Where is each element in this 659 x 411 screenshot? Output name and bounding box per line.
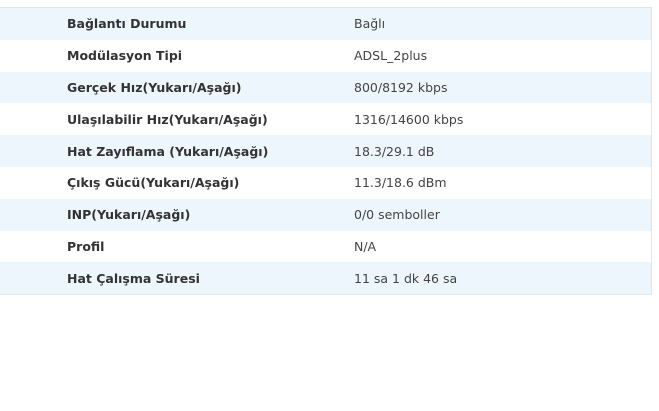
row-label: Çıkış Gücü(Yukarı/Aşağı) [67, 175, 240, 191]
table-row-inp: INP(Yukarı/Aşağı) 0/0 semboller [0, 198, 651, 231]
table-row-line-attenuation: Hat Zayıflama (Yukarı/Aşağı) 18.3/29.1 d… [0, 135, 651, 167]
row-value: ADSL_2plus [354, 48, 428, 64]
table-row-connection-status: Bağlantı Durumu Bağlı [0, 8, 651, 40]
dsl-status-table: Bağlantı Durumu Bağlı Modülasyon Tipi AD… [0, 7, 652, 296]
row-value: 800/8192 kbps [354, 79, 448, 95]
row-value: Bağlı [354, 16, 386, 32]
table-row-profile: Profil N/A [0, 231, 651, 263]
row-label: Profil [67, 238, 105, 254]
row-value: 18.3/29.1 dB [354, 143, 435, 159]
row-label: INP(Yukarı/Aşağı) [67, 207, 191, 223]
table-row-line-uptime: Hat Çalışma Süresi 11 sa 1 dk 46 sa [0, 262, 651, 295]
row-value: 11.3/18.6 dBm [354, 175, 447, 191]
row-label: Ulaşılabilir Hız(Yukarı/Aşağı) [67, 111, 268, 127]
row-value: 0/0 semboller [354, 207, 440, 223]
table-row-modulation-type: Modülasyon Tipi ADSL_2plus [0, 40, 651, 72]
table-row-output-power: Çıkış Gücü(Yukarı/Aşağı) 11.3/18.6 dBm [0, 167, 651, 199]
table-row-attainable-rate: Ulaşılabilir Hız(Yukarı/Aşağı) 1316/1460… [0, 103, 651, 135]
table-row-actual-rate: Gerçek Hız(Yukarı/Aşağı) 800/8192 kbps [0, 71, 651, 104]
row-value: 1316/14600 kbps [354, 111, 464, 127]
row-value: N/A [354, 238, 377, 254]
row-label: Bağlantı Durumu [67, 16, 187, 32]
row-label: Modülasyon Tipi [67, 48, 183, 64]
row-label: Hat Zayıflama (Yukarı/Aşağı) [67, 143, 269, 159]
row-label: Gerçek Hız(Yukarı/Aşağı) [67, 79, 242, 95]
row-value: 11 sa 1 dk 46 sa [354, 270, 458, 286]
row-label: Hat Çalışma Süresi [67, 270, 200, 286]
